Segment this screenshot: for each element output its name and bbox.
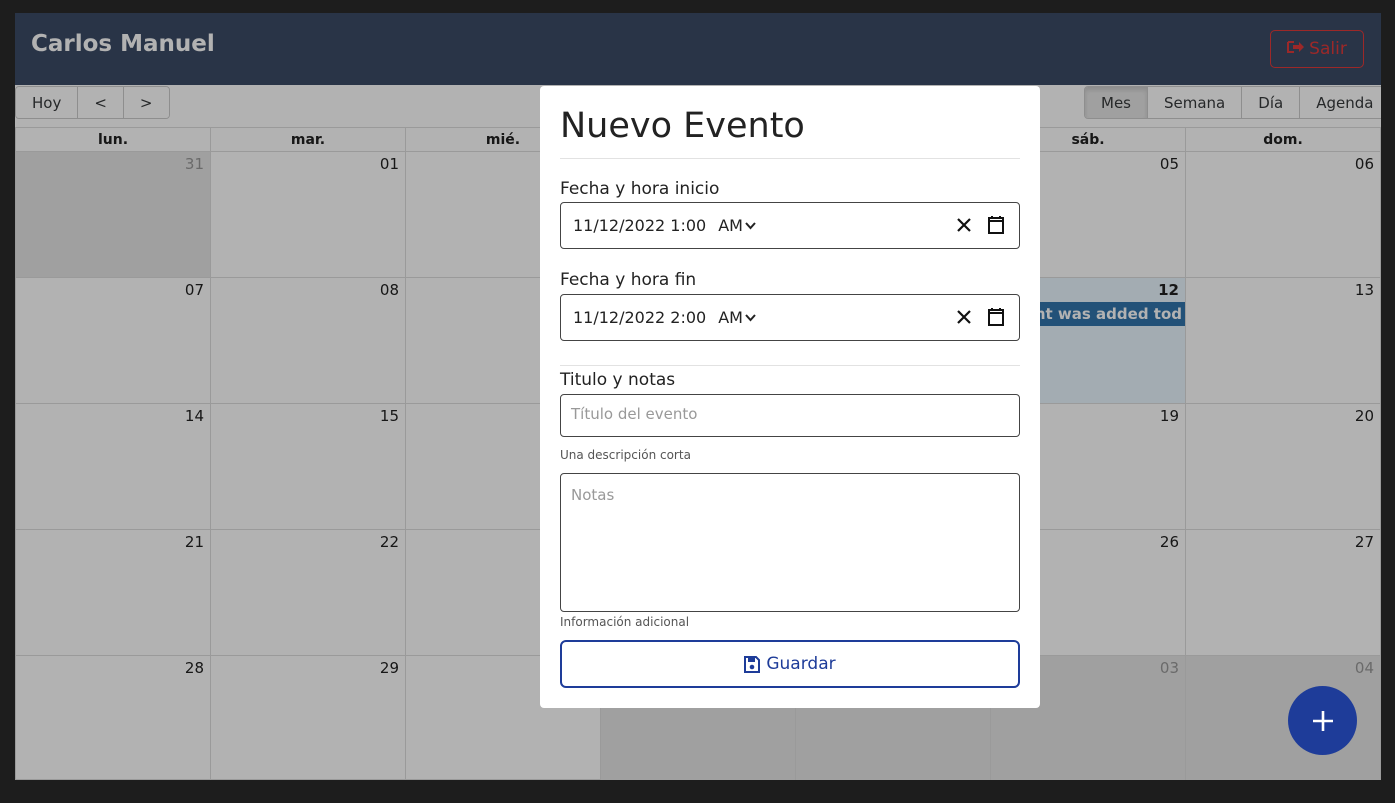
start-ampm-select[interactable]: AM [718,216,756,235]
save-label: Guardar [766,654,836,674]
event-notes-textarea[interactable]: Notas [560,473,1020,612]
start-datetime-input[interactable]: 11/12/2022 1:00 AM [560,202,1020,249]
notes-section-label: Titulo y notas [560,370,676,390]
start-datetime-value: 11/12/2022 1:00 [573,216,707,235]
end-date-label: Fecha y hora fin [560,270,697,290]
event-title-help: Una descripción corta [560,448,691,462]
calendar-icon[interactable] [987,307,1005,327]
end-ampm-select[interactable]: AM [718,308,756,327]
modal-title: Nuevo Evento [560,106,805,146]
event-title-input[interactable]: Título del evento [560,394,1020,437]
event-notes-help: Información adicional [560,615,690,629]
end-datetime-value: 11/12/2022 2:00 [573,308,707,327]
start-ampm-value: AM [718,216,743,235]
divider [560,365,1020,366]
plus-icon [1312,710,1333,731]
close-icon[interactable] [955,215,973,235]
save-icon [744,655,761,673]
close-icon[interactable] [955,307,973,327]
start-date-label: Fecha y hora inicio [560,179,720,199]
chevron-down-icon [745,221,756,229]
end-ampm-value: AM [718,308,743,327]
new-event-modal: Nuevo Evento Fecha y hora inicio 11/12/2… [540,86,1040,708]
divider [560,158,1020,159]
add-event-fab[interactable] [1288,686,1357,755]
chevron-down-icon [745,313,756,321]
calendar-icon[interactable] [987,215,1005,235]
end-datetime-input[interactable]: 11/12/2022 2:00 AM [560,294,1020,341]
save-button[interactable]: Guardar [560,640,1020,688]
